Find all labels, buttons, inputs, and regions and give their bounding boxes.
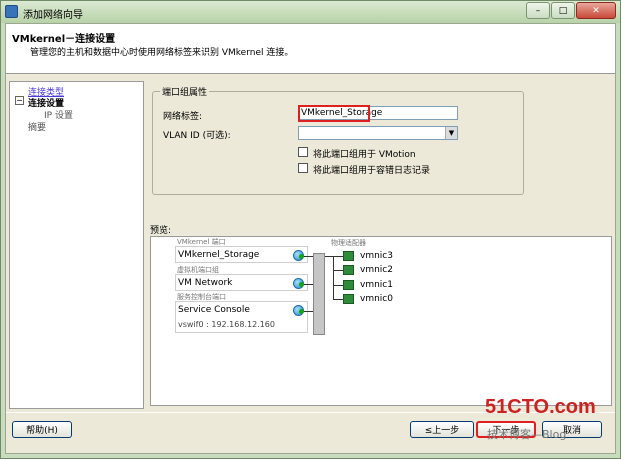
- vmkernel-port-box: VMkernel_Storage: [175, 246, 308, 263]
- adapter-vmnic2: vmnic2: [360, 265, 393, 275]
- minimize-button[interactable]: –: [526, 2, 550, 19]
- nic-icon: [343, 294, 354, 304]
- groupbox-title: 端口组属性: [160, 85, 210, 98]
- console-port-box: Service Console vswif0 : 192.168.12.160: [175, 301, 308, 333]
- window-title: 添加网络向导: [23, 10, 83, 21]
- vswitch-bar: [313, 253, 325, 335]
- fault-tolerance-logging-checkbox[interactable]: [298, 163, 308, 173]
- network-label-caption: 网络标签:: [163, 112, 203, 122]
- help-button[interactable]: 帮助(H): [12, 421, 72, 438]
- vmkernel-port-name: VMkernel_Storage: [178, 250, 260, 260]
- port-group-properties: 端口组属性 网络标签: VMkernel_Storage VLAN ID (可选…: [152, 85, 524, 195]
- preview-panel: VMkernel 端口 VMkernel_Storage 虚拟机端口组 VM N…: [150, 236, 612, 406]
- watermark-subtitle: 技术博客—Blog: [487, 428, 567, 441]
- maximize-button[interactable]: □: [551, 2, 575, 19]
- wizard-steps-nav: 连接类型 − 连接设置 IP 设置 摘要: [9, 81, 144, 409]
- nav-step-summary: 摘要: [28, 123, 47, 133]
- main-panel: 端口组属性 网络标签: VMkernel_Storage VLAN ID (可选…: [148, 81, 614, 409]
- preview-label: 预览:: [150, 226, 172, 236]
- vmotion-checkbox-label: 将此端口组用于 VMotion: [313, 150, 416, 160]
- vm-portgroup-box: VM Network: [175, 274, 308, 291]
- highlight-annotation: [298, 105, 370, 122]
- back-button[interactable]: ≤上一步: [410, 421, 474, 438]
- close-button[interactable]: ✕: [576, 2, 616, 19]
- adapter-vmnic0: vmnic0: [360, 294, 393, 304]
- page-description: 管理您的主机和数据中心时使用网络标签来识别 VMkernel 连接。: [30, 48, 294, 58]
- wizard-header: VMkernel－连接设置 管理您的主机和数据中心时使用网络标签来识别 VMke…: [6, 24, 615, 74]
- nic-icon: [343, 280, 354, 290]
- app-icon: [5, 5, 18, 18]
- nic-icon: [343, 251, 354, 261]
- page-title: VMkernel－连接设置: [12, 34, 116, 45]
- adapter-vmnic1: vmnic1: [360, 280, 393, 290]
- wizard-window: 添加网络向导 – □ ✕ VMkernel－连接设置 管理您的主机和数据中心时使…: [0, 0, 621, 459]
- collapse-toggle-icon[interactable]: −: [15, 96, 24, 105]
- vlan-id-select[interactable]: ▼: [298, 126, 458, 140]
- adapter-vmnic3: vmnic3: [360, 251, 393, 261]
- watermark-logo: 51CTO.com: [485, 396, 596, 418]
- chevron-down-icon[interactable]: ▼: [445, 127, 457, 139]
- nic-icon: [343, 265, 354, 275]
- console-ip: vswif0 : 192.168.12.160: [178, 320, 275, 329]
- wizard-content: VMkernel－连接设置 管理您的主机和数据中心时使用网络标签来识别 VMke…: [5, 23, 616, 454]
- fault-tolerance-logging-label: 将此端口组用于容错日志记录: [313, 166, 431, 176]
- nav-step-ip-settings: IP 设置: [44, 111, 73, 121]
- vlan-id-caption: VLAN ID (可选):: [163, 131, 231, 141]
- title-bar: 添加网络向导 – □ ✕: [1, 1, 620, 23]
- console-port-name: Service Console: [178, 305, 250, 315]
- physical-adapters-label: 物理适配器: [331, 239, 366, 247]
- vm-portgroup-name: VM Network: [178, 278, 233, 288]
- vmotion-checkbox[interactable]: [298, 147, 308, 157]
